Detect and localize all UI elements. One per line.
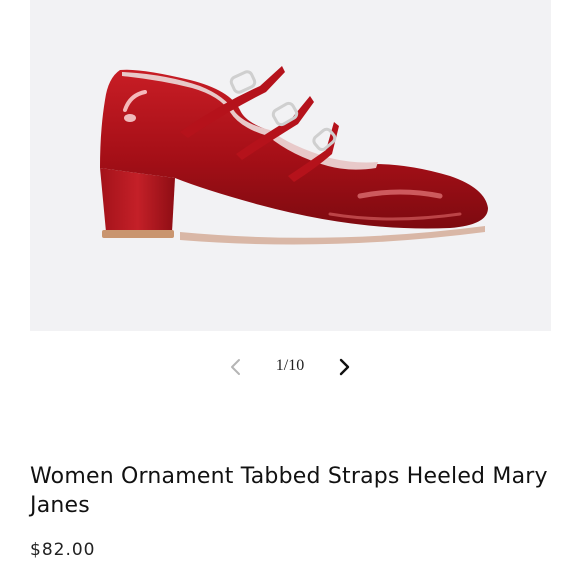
- image-counter: 1/10: [275, 357, 305, 374]
- product-image[interactable]: [30, 0, 551, 331]
- gallery-pager: 1/10: [0, 350, 580, 384]
- chevron-right-icon: [339, 358, 350, 376]
- prev-image-button[interactable]: [226, 356, 246, 378]
- chevron-left-icon: [231, 359, 240, 375]
- product-page: 1/10 Women Ornament Tabbed Straps Heeled…: [0, 0, 580, 580]
- product-title: Women Ornament Tabbed Straps Heeled Mary…: [30, 464, 548, 518]
- next-image-button[interactable]: [334, 356, 354, 378]
- product-price: $82.00: [30, 540, 96, 560]
- shoe-illustration: [100, 66, 488, 245]
